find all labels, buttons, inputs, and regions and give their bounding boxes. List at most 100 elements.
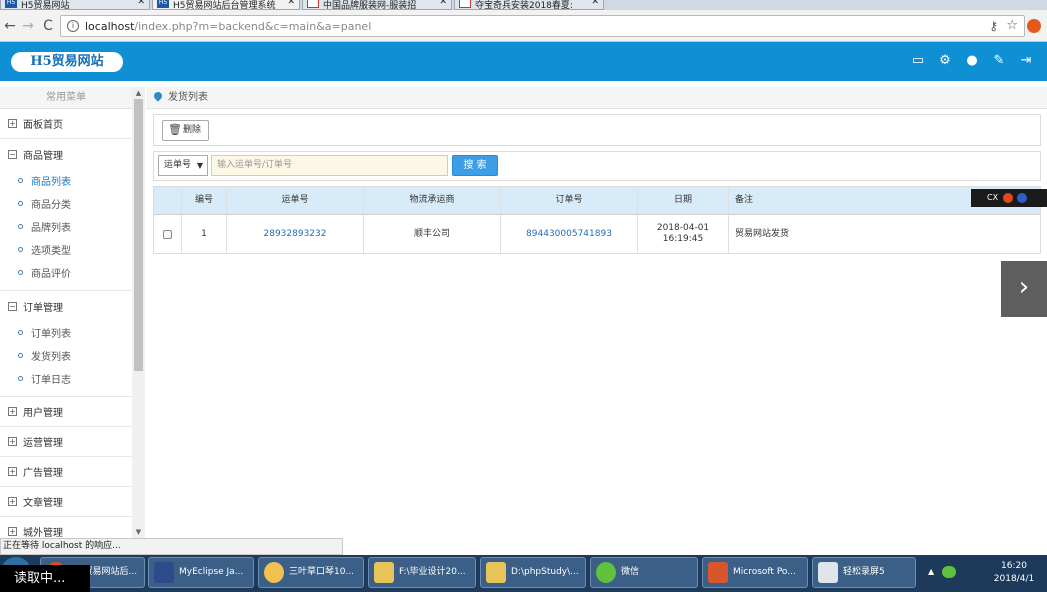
sidebar-submenu-orders: 订单列表 发货列表 订单日志: [0, 321, 144, 397]
logout-icon[interactable]: ⇥: [1019, 53, 1033, 69]
taskbar-item-folder-f[interactable]: F:\毕业设计20...: [368, 557, 476, 588]
search-type-value: 运单号: [164, 160, 192, 170]
scrollbar-thumb[interactable]: [134, 99, 143, 371]
help-icon[interactable]: [1017, 192, 1028, 203]
sidebar-item-label: 选项类型: [31, 246, 71, 257]
site-favicon: H5: [5, 0, 17, 8]
search-type-select[interactable]: 运单号 ▼: [158, 155, 208, 176]
taskbar-item-folder-d[interactable]: D:\phpStudy\...: [480, 557, 586, 588]
close-icon[interactable]: ✕: [137, 0, 145, 7]
browser-toolbar: ← → C i localhost/index.php?m=backend&c=…: [0, 10, 1047, 42]
wechat-tray-icon[interactable]: [942, 566, 956, 578]
browser-tab[interactable]: 中国品牌服装网-服装招 ✕: [302, 0, 452, 10]
delete-button[interactable]: 🗑 删除: [162, 120, 209, 141]
sidebar-item-label: 订单列表: [31, 329, 71, 340]
sidebar-item-shipping-list[interactable]: 发货列表: [0, 344, 144, 367]
chevron-down-icon: ▼: [196, 161, 203, 170]
column-header: 物流承运商: [364, 187, 501, 214]
gear-icon[interactable]: ⚙: [938, 53, 952, 69]
monitor-icon[interactable]: ▭: [911, 53, 925, 69]
tray-expand-icon[interactable]: ▲: [928, 567, 934, 576]
taskbar-item-player[interactable]: 三叶草口琴10...: [258, 557, 364, 588]
myeclipse-icon: [154, 562, 174, 583]
sidebar-item-label: 订单日志: [31, 375, 71, 386]
column-header: 订单号: [501, 187, 638, 214]
sidebar-item-panel-home[interactable]: + 面板首页: [0, 109, 144, 139]
taskbar-item-recorder[interactable]: 轻松录屏5: [812, 557, 916, 588]
taskbar-item-label: 三叶草口琴10...: [289, 567, 355, 577]
taskbar-clock[interactable]: 16:20 2018/4/1: [989, 560, 1039, 586]
minus-icon: −: [8, 149, 17, 159]
forward-icon[interactable]: →: [20, 18, 36, 34]
sidebar-group-label: 运营管理: [23, 438, 63, 449]
browser-tab[interactable]: H5 H5贸易网站 ✕: [0, 0, 150, 10]
bullet-icon: [18, 201, 23, 206]
sidebar-group-orders[interactable]: − 订单管理: [0, 291, 144, 321]
back-icon[interactable]: ←: [2, 18, 18, 34]
sidebar: 常用菜单 + 面板首页 − 商品管理 商品列表 商品分类 品牌列表 选项类型 商…: [0, 87, 145, 538]
sidebar-item-order-list[interactable]: 订单列表: [0, 321, 144, 344]
sidebar-item-goods-review[interactable]: 商品评价: [0, 261, 144, 284]
screen-recorder-icon: [818, 562, 838, 583]
sidebar-scrollbar[interactable]: ▲ ▼: [132, 87, 145, 538]
close-icon[interactable]: ✕: [287, 0, 295, 7]
sidebar-group-articles[interactable]: + 文章管理: [0, 487, 144, 517]
sidebar-group-more[interactable]: + 城外管理: [0, 517, 144, 538]
search-bar: 运单号 ▼ 输入运单号/订单号 搜 索: [153, 151, 1041, 181]
sidebar-group-ads[interactable]: + 广告管理: [0, 457, 144, 487]
music-player-icon: [264, 562, 284, 583]
column-header: 编号: [182, 187, 227, 214]
search-input[interactable]: 输入运单号/订单号: [211, 155, 448, 176]
taskbar-item-label: 轻松录屏5: [843, 567, 885, 577]
url-path: /index.php?m=backend&c=main&a=panel: [134, 20, 372, 33]
row-checkbox[interactable]: [163, 229, 172, 239]
taskbar-item-label: MyEclipse Ja...: [179, 567, 244, 577]
bullet-icon: [18, 224, 23, 229]
cell-order-link[interactable]: 894430005741893: [501, 215, 638, 253]
mini-bar-label: CX: [987, 193, 999, 202]
user-icon[interactable]: ●: [965, 53, 979, 69]
next-arrow-button[interactable]: ›: [1001, 261, 1047, 317]
cell-id: 1: [182, 215, 227, 253]
bullet-icon: [18, 247, 23, 252]
sidebar-item-goods-category[interactable]: 商品分类: [0, 192, 144, 215]
extension-icon[interactable]: [1027, 19, 1041, 33]
scroll-up-icon[interactable]: ▲: [132, 89, 145, 97]
close-icon[interactable]: ✕: [439, 0, 447, 7]
sidebar-item-label: 发货列表: [31, 352, 71, 363]
brush-icon[interactable]: ✎: [992, 53, 1006, 69]
taskbar-item-label: D:\phpStudy\...: [511, 567, 579, 577]
app-header: H5贸易网站 ▭ ⚙ ● ✎ ⇥: [0, 42, 1047, 81]
bullet-icon: [18, 376, 23, 381]
browser-tab[interactable]: 夺宝奇兵安装2018春夏: ✕: [454, 0, 604, 10]
site-logo[interactable]: H5贸易网站: [11, 52, 123, 72]
sidebar-group-users[interactable]: + 用户管理: [0, 397, 144, 427]
plus-icon: +: [8, 497, 17, 506]
sidebar-item-brand-list[interactable]: 品牌列表: [0, 215, 144, 238]
bullet-icon: [18, 330, 23, 335]
star-icon[interactable]: ☆: [1006, 18, 1018, 33]
taskbar-item-powerpoint[interactable]: Microsoft Po...: [702, 557, 808, 588]
key-icon[interactable]: ⚷: [989, 19, 998, 33]
search-button[interactable]: 搜 索: [452, 155, 498, 176]
sidebar-item-order-log[interactable]: 订单日志: [0, 367, 144, 390]
address-bar[interactable]: i localhost/index.php?m=backend&c=main&a…: [60, 15, 1025, 37]
taskbar-item-myeclipse[interactable]: MyEclipse Ja...: [148, 557, 254, 588]
floating-toolbar[interactable]: CX: [971, 189, 1047, 207]
sidebar-group-goods[interactable]: − 商品管理: [0, 139, 144, 169]
sidebar-item-option-type[interactable]: 选项类型: [0, 238, 144, 261]
sidebar-group-operations[interactable]: + 运营管理: [0, 427, 144, 457]
cell-waybill-link[interactable]: 28932893232: [227, 215, 364, 253]
trash-icon: 🗑: [168, 123, 182, 136]
close-icon[interactable]: ✕: [591, 0, 599, 7]
sogou-icon[interactable]: [1002, 192, 1013, 203]
browser-tab-active[interactable]: H5 H5贸易网站后台管理系统 ✕: [152, 0, 300, 10]
reload-icon[interactable]: C: [40, 18, 56, 34]
plus-icon: +: [8, 437, 17, 446]
scroll-down-icon[interactable]: ▼: [132, 528, 145, 536]
sidebar-item-goods-list[interactable]: 商品列表: [0, 169, 144, 192]
page-favicon: [307, 0, 319, 8]
sidebar-item-label: 面板首页: [23, 120, 63, 131]
taskbar-item-wechat[interactable]: 微信: [590, 557, 698, 588]
info-icon[interactable]: i: [67, 20, 79, 32]
